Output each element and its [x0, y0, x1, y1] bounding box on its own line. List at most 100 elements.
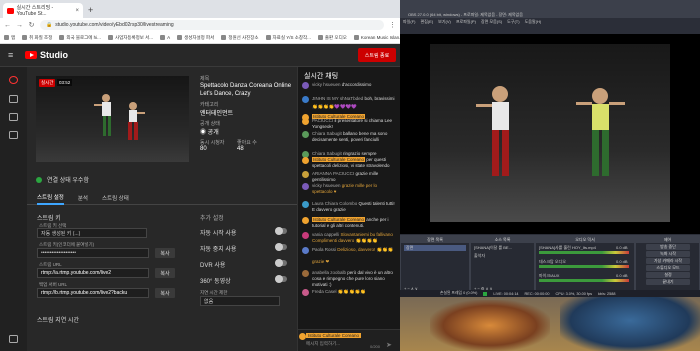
obs-menu-item[interactable]: 도움말(H): [525, 19, 542, 25]
chat-author: Freda Casel: [312, 289, 337, 294]
bookmark-item[interactable]: 외국 블로그에 hi...: [59, 35, 101, 41]
chat-title: 실시간 채팅: [304, 73, 339, 80]
tab-stream-health[interactable]: 스트림 상태: [102, 191, 129, 205]
avatar: [302, 96, 309, 103]
stream-main: 실시간 03:52 제목 Spettacolo Danza Coreana On…: [27, 67, 297, 351]
obs-dancers-image: [476, 86, 625, 176]
bookmark-item[interactable]: A: [160, 35, 170, 40]
dvr-toggle[interactable]: [275, 259, 287, 267]
chat-text: 👏👏👏👏💜💜💜💜: [312, 104, 357, 109]
feedback-icon[interactable]: [9, 335, 18, 343]
chat-message-body: grazie ❤: [312, 259, 329, 266]
stream-key-select[interactable]: 자동 생성된 키 (...): [37, 228, 147, 238]
chat-message-body: 👏👏👏👏💜💜💜💜: [312, 104, 357, 111]
obs-menu-item[interactable]: 편집(E): [420, 19, 433, 25]
auto-stop-toggle[interactable]: [275, 243, 287, 251]
stream-key-field[interactable]: ••••••••••••••••••••: [37, 248, 149, 258]
bookmark-label: 자료실 Y/S 소창작...: [272, 34, 311, 40]
chat-author: Istituto Culturale Coreano: [312, 157, 366, 162]
studio-mode-button[interactable]: 스튜디오 모드: [646, 265, 690, 271]
avatar: [302, 157, 309, 164]
back-icon[interactable]: ←: [4, 22, 11, 29]
live-badge: 실시간: [39, 79, 56, 87]
start-record-button[interactable]: 녹화 시작: [646, 251, 690, 257]
obs-menu-item[interactable]: 보기(V): [438, 19, 451, 25]
mixer-track-db: 0.0 dB: [616, 259, 628, 264]
stream-url-field[interactable]: rtmp://a.rtmp.youtube.com/live2: [37, 268, 149, 278]
chat-message-body: Laura Chiara Colombo Questi talenti tutt…: [312, 201, 398, 213]
close-icon[interactable]: ×: [75, 8, 79, 14]
tab-analytics[interactable]: 분석: [78, 191, 88, 205]
obs-menu-item[interactable]: 파일(F): [403, 19, 415, 25]
source-item[interactable]: [SHANA]이달 를 BE...: [474, 245, 512, 251]
unlisted-select[interactable]: 없음: [200, 296, 280, 306]
backup-url-field[interactable]: rtmp://b.rtmp.youtube.com/live2?backu: [37, 288, 149, 298]
tab-title: 실시간 스트리밍 - YouTube St...: [16, 5, 54, 17]
stop-stream-button[interactable]: 방송 중단: [646, 244, 690, 250]
camera-icon[interactable]: [9, 95, 18, 103]
virtual-camera-button[interactable]: 가상 카메라 시작: [646, 258, 690, 264]
tab-stream-settings[interactable]: 스트림 설정: [37, 191, 64, 205]
hamburger-icon[interactable]: ≡: [8, 50, 13, 60]
url-field[interactable]: 🔒 studio.youtube.com/video/yEbd02rsp30/l…: [40, 20, 384, 30]
bookmark-item[interactable]: 정원선 사진장소: [221, 35, 259, 41]
category-label: 카테고리: [200, 102, 219, 108]
calendar-icon[interactable]: [9, 131, 18, 139]
bookmark-item[interactable]: 출판 오디오: [317, 34, 347, 41]
privacy-text: 공개: [207, 130, 219, 136]
category-value: 엔터테인먼트: [200, 111, 234, 117]
copy-key-button[interactable]: 복사: [155, 248, 175, 258]
chat-text: ringrazio sempre: [343, 151, 377, 156]
live-time: LIVE: 00:04:14: [493, 291, 519, 296]
bookmark-item[interactable]: Korean Music Islan...: [353, 35, 400, 40]
stream-preview[interactable]: 실시간 03:52: [36, 76, 189, 162]
bookmark-item[interactable]: 취 화질 조정: [22, 35, 52, 41]
avatar: [302, 118, 309, 125]
bookmark-icon: [353, 35, 359, 40]
copy-url-button[interactable]: 복사: [155, 268, 175, 278]
menu-icon[interactable]: ⋮: [389, 21, 396, 29]
auto-start-toggle[interactable]: [275, 227, 287, 235]
exit-button[interactable]: 끝내기: [646, 279, 690, 285]
obs-preview[interactable]: [400, 34, 700, 234]
bookmark-item[interactable]: 생성자설정 파서: [177, 35, 214, 41]
chat-message-body: Chiara Sabugit ballano bene ma sono deci…: [312, 131, 398, 143]
stream-icon[interactable]: [9, 113, 18, 121]
scene-item[interactable]: 장면: [404, 245, 466, 251]
bookmark-icon: [265, 35, 271, 40]
send-icon[interactable]: ➤: [386, 341, 392, 349]
bookmark-label: 생성자설정 파서: [184, 34, 215, 40]
obs-menu-item[interactable]: 장면 모음(S): [481, 19, 502, 25]
viewers-label: 동시 시청자: [200, 140, 225, 146]
new-tab-icon[interactable]: +: [88, 5, 93, 15]
source-item[interactable]: 출석자: [474, 253, 485, 259]
settings-button[interactable]: 설정: [646, 272, 690, 278]
bookmark-label: 출판 오디오: [324, 34, 347, 40]
bookmark-item[interactable]: 앱: [4, 35, 15, 41]
copy-backup-button[interactable]: 복사: [155, 288, 175, 298]
likes-label: 좋아요 수: [237, 140, 257, 146]
chat-input-field[interactable]: 메시지 입력하기...: [306, 341, 340, 347]
bookmark-item[interactable]: 사업자등록정보 서...: [107, 35, 153, 41]
studio-logo[interactable]: Studio: [25, 50, 68, 60]
obs-window: OBS 27.0.0 (64 bit, windows) - 프로파일: 제목없…: [400, 11, 700, 297]
wallpaper-detail: [560, 290, 700, 351]
bookmarks-bar: 앱 취 화질 조정 외국 블로그에 hi... 사업자등록정보 서... A 생성자설정 …: [0, 32, 400, 44]
bookmark-icon: [107, 35, 113, 40]
obs-menu-item[interactable]: 프로파일(P): [456, 19, 476, 25]
forward-icon[interactable]: →: [16, 22, 23, 29]
obs-menu-item[interactable]: 도구(T): [507, 19, 519, 25]
chat-author: ARIANNA PACIUCCI: [312, 171, 355, 176]
chat-message: PACIUCCI il presentatore si chiama Lee Y…: [302, 118, 398, 130]
mixer-dock: 오디오 믹서 [SHANA]사를 홀린 HOY_Its.mp4 0.0 dB 데…: [535, 235, 635, 297]
avatar: [302, 232, 309, 239]
browser-tab[interactable]: 실시간 스트리밍 - YouTube St... ×: [3, 3, 83, 18]
chat-message-body: vicky hsueuen grazie mille per lo spetta…: [312, 183, 398, 195]
live-indicator-icon: [483, 291, 488, 296]
reload-icon[interactable]: ↻: [28, 21, 35, 29]
video360-toggle[interactable]: [275, 275, 287, 283]
bookmark-item[interactable]: 자료실 Y/S 소창작...: [265, 34, 311, 41]
mixer-track-db: 0.0 dB: [616, 273, 628, 278]
end-stream-button[interactable]: 스트림 종료: [358, 48, 396, 62]
live-icon[interactable]: [9, 76, 18, 84]
